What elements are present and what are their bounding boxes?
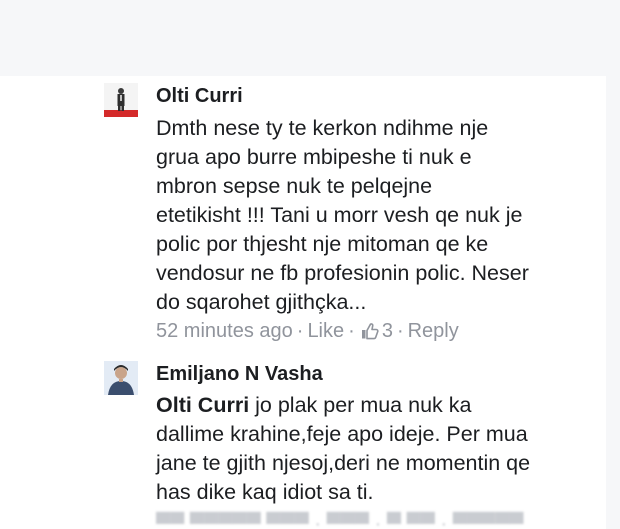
comment-line: vendosur ne fb profesionin polic. Neser xyxy=(156,261,529,285)
comment-line: Olti Curri jo plak per mua nuk ka xyxy=(156,391,596,420)
comment-author[interactable]: Emiljano N Vasha xyxy=(156,362,323,386)
comment-author[interactable]: Olti Curri xyxy=(156,84,243,108)
separator-dot: · xyxy=(396,320,404,342)
thumbs-up-icon[interactable] xyxy=(361,321,379,347)
comment-line: grua apo burre mbipeshe ti nuk e xyxy=(156,145,472,169)
comment-text-fragment: jo plak per mua nuk ka xyxy=(249,393,472,417)
separator-dot: · xyxy=(296,320,304,342)
avatar[interactable] xyxy=(104,361,138,395)
comment-meta: 52 minutes ago · Like · 3 · Reply xyxy=(156,318,459,347)
comment-line: etetikisht !!! Tani u morr vesh qe nuk j… xyxy=(156,203,523,227)
comment-line: polic por thjesht nje mitoman qe ke xyxy=(156,232,489,256)
comment-line: has dike kaq idiot sa ti. xyxy=(156,480,374,504)
reply-button[interactable]: Reply xyxy=(408,320,459,342)
avatar[interactable] xyxy=(104,83,138,117)
comment-line: mbron sepse nuk te pelqejne xyxy=(156,174,433,198)
comment-line: dallime krahine,feje apo ideje. Per mua xyxy=(156,422,528,446)
mention-tag[interactable]: Olti Curri xyxy=(156,393,249,417)
profile-photo xyxy=(104,83,138,117)
comment-text: Olti Curri jo plak per mua nuk ka dallim… xyxy=(156,391,596,507)
comments-panel: Olti Curri Dmth nese ty te kerkon ndihme… xyxy=(0,76,606,529)
separator-dot: · xyxy=(348,320,355,342)
truncated-comment-meta: ▀▀ ▀▀▀▀▀ ▀▀▀ · ▀▀▀ · ▀ ▀▀ · ▀▀▀▀▀ xyxy=(156,513,524,529)
reaction-count[interactable]: 3 xyxy=(382,320,393,342)
comment-line: Dmth nese ty te kerkon ndihme nje xyxy=(156,116,489,140)
comment-line: jane te gjith njesoj,deri ne momentin qe xyxy=(156,451,531,475)
like-button[interactable]: Like xyxy=(307,320,344,342)
comment-line: do sqarohet gjithçka... xyxy=(156,290,367,314)
profile-photo xyxy=(104,361,138,395)
comment-text: Dmth nese ty te kerkon ndihme nje grua a… xyxy=(156,114,596,317)
comment-timestamp[interactable]: 52 minutes ago xyxy=(156,320,293,342)
